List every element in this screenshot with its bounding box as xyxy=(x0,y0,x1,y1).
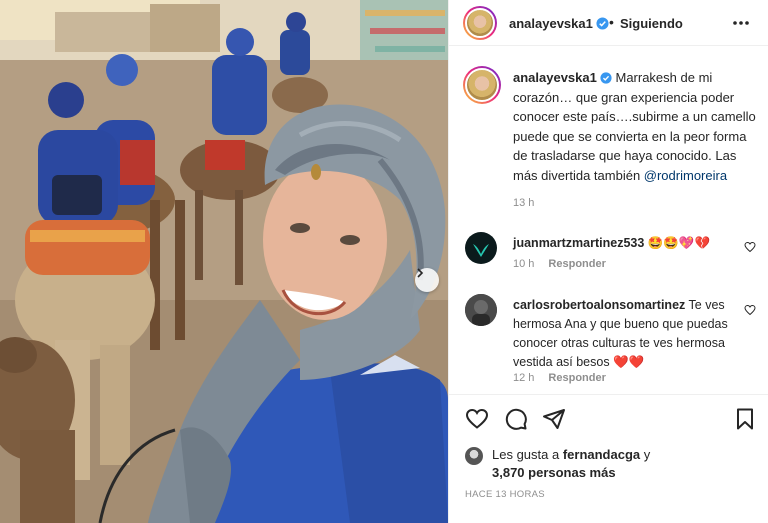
post-timestamp[interactable]: HACE 13 HORAS xyxy=(465,489,545,500)
post-actions-section: Les gusta a fernandacga y 3,870 personas… xyxy=(449,394,768,522)
caption-mention-link[interactable]: @rodrimoreira xyxy=(644,168,727,183)
more-horizontal-icon[interactable] xyxy=(731,13,751,33)
photo-illustration xyxy=(0,0,448,523)
following-button[interactable]: Siguiendo xyxy=(620,16,683,31)
comment-username[interactable]: carlosrobertoalonsomartinez xyxy=(513,298,685,312)
likes-prefix: Les gusta a xyxy=(492,447,563,462)
likes-suffix: y xyxy=(640,447,651,462)
comment-meta: 10 h Responder xyxy=(513,258,606,270)
caption-text: analayevska1 Marrakesh de mi corazón… qu… xyxy=(513,68,763,185)
carousel-next-button[interactable] xyxy=(415,268,439,292)
author-username-text[interactable]: analayevska1 xyxy=(509,16,593,31)
commenter-avatar[interactable] xyxy=(465,232,497,264)
commenter-avatar-image xyxy=(473,244,489,257)
author-avatar[interactable] xyxy=(463,6,497,40)
comment-like-heart-icon[interactable] xyxy=(744,304,756,316)
comment-time[interactable]: 12 h xyxy=(513,372,534,384)
verified-badge-icon xyxy=(600,72,612,84)
commenter-avatar[interactable] xyxy=(465,294,497,326)
caption-timestamp[interactable]: 13 h xyxy=(513,197,534,209)
post-header: analayevska1 • Siguiendo xyxy=(449,0,768,46)
instagram-post-viewer: analayevska1 • Siguiendo analayevska1 Ma… xyxy=(0,0,768,523)
likes-count-link[interactable]: 3,870 personas más xyxy=(492,465,616,480)
liker-avatar[interactable] xyxy=(465,447,483,465)
comment-bubble-icon[interactable] xyxy=(504,407,528,431)
comment-text: juanmartzmartinez533 🤩🤩💖💔 xyxy=(513,234,735,253)
share-send-icon[interactable] xyxy=(542,407,566,431)
reply-button[interactable]: Responder xyxy=(548,258,605,270)
commenter-avatar-image xyxy=(465,294,497,326)
verified-badge-icon xyxy=(596,17,609,30)
comment-username[interactable]: juanmartzmartinez533 xyxy=(513,236,644,250)
caption-body: Marrakesh de mi corazón… que gran experi… xyxy=(513,70,756,183)
caption-author-avatar[interactable] xyxy=(463,66,501,104)
follow-separator: • xyxy=(609,14,614,30)
comment-like-heart-icon[interactable] xyxy=(744,241,756,253)
comment-text: carlosrobertoalonsomartinez Te ves hermo… xyxy=(513,296,735,372)
post-side-panel: analayevska1 • Siguiendo analayevska1 Ma… xyxy=(448,0,768,523)
post-photo[interactable] xyxy=(0,0,448,523)
caption-username[interactable]: analayevska1 xyxy=(513,70,597,85)
like-heart-icon[interactable] xyxy=(465,407,489,431)
comment-time[interactable]: 10 h xyxy=(513,258,534,270)
likes-line: Les gusta a fernandacga y xyxy=(492,447,650,462)
author-username[interactable]: analayevska1 xyxy=(509,16,609,31)
reply-button[interactable]: Responder xyxy=(548,372,605,384)
comment-body: 🤩🤩💖💔 xyxy=(647,236,711,250)
chevron-right-icon xyxy=(417,268,424,278)
save-bookmark-icon[interactable] xyxy=(733,407,757,431)
comment-meta: 12 h Responder xyxy=(513,372,606,384)
liker-username[interactable]: fernandacga xyxy=(563,447,640,462)
